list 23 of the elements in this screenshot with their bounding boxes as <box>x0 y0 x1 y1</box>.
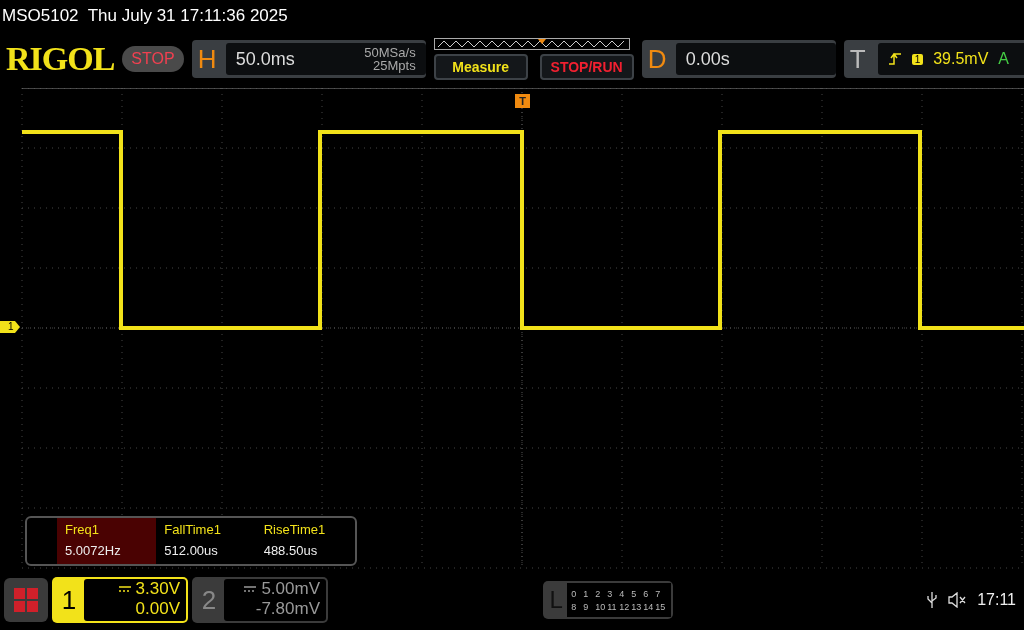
horizontal-panel[interactable]: H 50.0ms 50MSa/s 25Mpts <box>191 40 426 78</box>
channel-offset-marker[interactable]: 1 <box>0 321 20 333</box>
measure-button[interactable]: Measure <box>433 54 528 80</box>
clock-time: 17:11 <box>977 591 1016 609</box>
trigger-source-badge: 1 <box>911 53 924 65</box>
run-state-badge: STOP <box>122 46 184 72</box>
channel-panel[interactable]: 1 3.30V 0.00V <box>52 577 188 623</box>
measurement-cell[interactable]: FallTime1 512.00us <box>156 518 256 564</box>
delay-panel[interactable]: D 0.00s <box>641 40 836 78</box>
dc-coupling-icon <box>244 585 257 593</box>
dc-coupling-icon <box>118 585 131 593</box>
brand-logo: RIGOL <box>6 40 115 78</box>
measurement-cell[interactable]: Freq1 5.0072Hz <box>57 518 157 564</box>
stop-run-button[interactable]: STOP/RUN <box>539 54 634 80</box>
trigger-position-marker[interactable]: T <box>515 94 530 108</box>
rising-edge-icon <box>887 52 902 66</box>
menu-button[interactable] <box>4 578 48 622</box>
usb-icon <box>927 591 938 609</box>
title-bar-text: MSO5102 Thu July 31 17:11:36 2025 <box>1 5 289 27</box>
channel-panel[interactable]: 2 5.00mV -7.80mV <box>192 577 328 623</box>
measurement-cell[interactable]: RiseTime1 488.50us <box>255 518 355 564</box>
trigger-panel[interactable]: T 1 39.5mV A <box>843 40 1024 78</box>
speaker-muted-icon[interactable] <box>947 592 968 608</box>
